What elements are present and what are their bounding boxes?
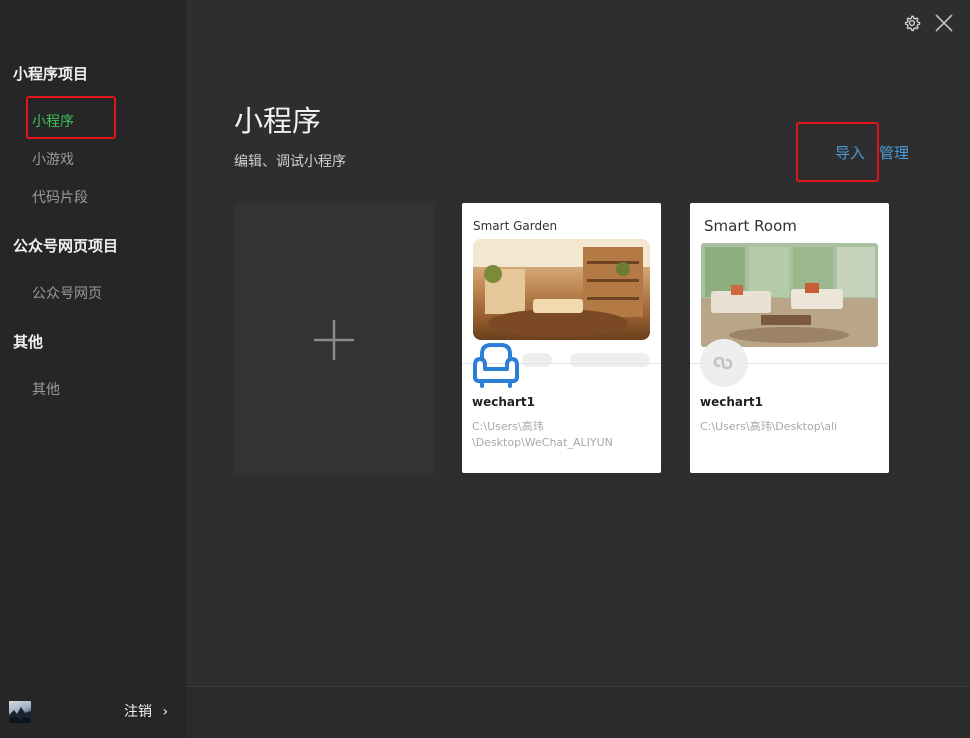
plus-icon: [314, 320, 354, 360]
logout-label: 注销: [124, 704, 152, 720]
project-path: C:\Users\高玮 \Desktop\WeChat_ALIYUN: [472, 419, 652, 451]
project-name: wechart1: [700, 395, 763, 409]
manage-button[interactable]: 管理: [879, 142, 909, 163]
sidebar-item-minigame[interactable]: 小游戏: [32, 149, 74, 169]
section-title-miniprogram-projects: 小程序项目: [13, 65, 89, 83]
project-path: C:\Users\高玮\Desktop\ali: [700, 419, 880, 435]
project-card-smart-garden[interactable]: Smart Garden wechart1 C:\Users\高玮 \Deskt…: [462, 203, 661, 473]
avatar-image: [9, 707, 31, 723]
bottom-bar: [186, 686, 970, 738]
section-title-official-account-web: 公众号网页项目: [13, 237, 119, 255]
avatar[interactable]: [9, 701, 31, 723]
card-header: Smart Room: [704, 217, 797, 235]
section-title-other: 其他: [13, 333, 44, 351]
project-path-line: C:\Users\高玮: [472, 420, 544, 433]
project-thumbnail: [701, 243, 878, 347]
card-tag: [570, 353, 650, 367]
project-path-line: \Desktop\WeChat_ALIYUN: [472, 436, 613, 449]
project-name: wechart1: [472, 395, 535, 409]
sidebar-item-official-account-web[interactable]: 公众号网页: [32, 283, 102, 303]
new-project-card[interactable]: [234, 203, 434, 475]
card-header: Smart Garden: [473, 219, 558, 233]
page-subtitle: 编辑、调试小程序: [234, 154, 346, 170]
project-path-line: C:\Users\高玮\Desktop\ali: [700, 420, 838, 433]
sidebar-item-other[interactable]: 其他: [32, 379, 60, 399]
project-thumbnail: [473, 239, 650, 340]
page-title: 小程序: [234, 104, 322, 138]
highlight-box-miniprogram: [26, 96, 116, 139]
sofa-icon: [470, 337, 522, 389]
import-button[interactable]: 导入: [835, 142, 865, 163]
chevron-right-icon: ›: [162, 704, 169, 720]
close-icon[interactable]: [934, 13, 954, 33]
card-tag: [522, 353, 552, 367]
miniprogram-logo-icon: [700, 339, 748, 387]
sidebar-item-code-snippet[interactable]: 代码片段: [32, 187, 88, 207]
gear-icon[interactable]: [903, 14, 921, 32]
project-card-smart-room[interactable]: Smart Room wechart1 C:\Users\高玮\Desktop\…: [690, 203, 889, 473]
logout-button[interactable]: 注销 ›: [124, 701, 168, 721]
